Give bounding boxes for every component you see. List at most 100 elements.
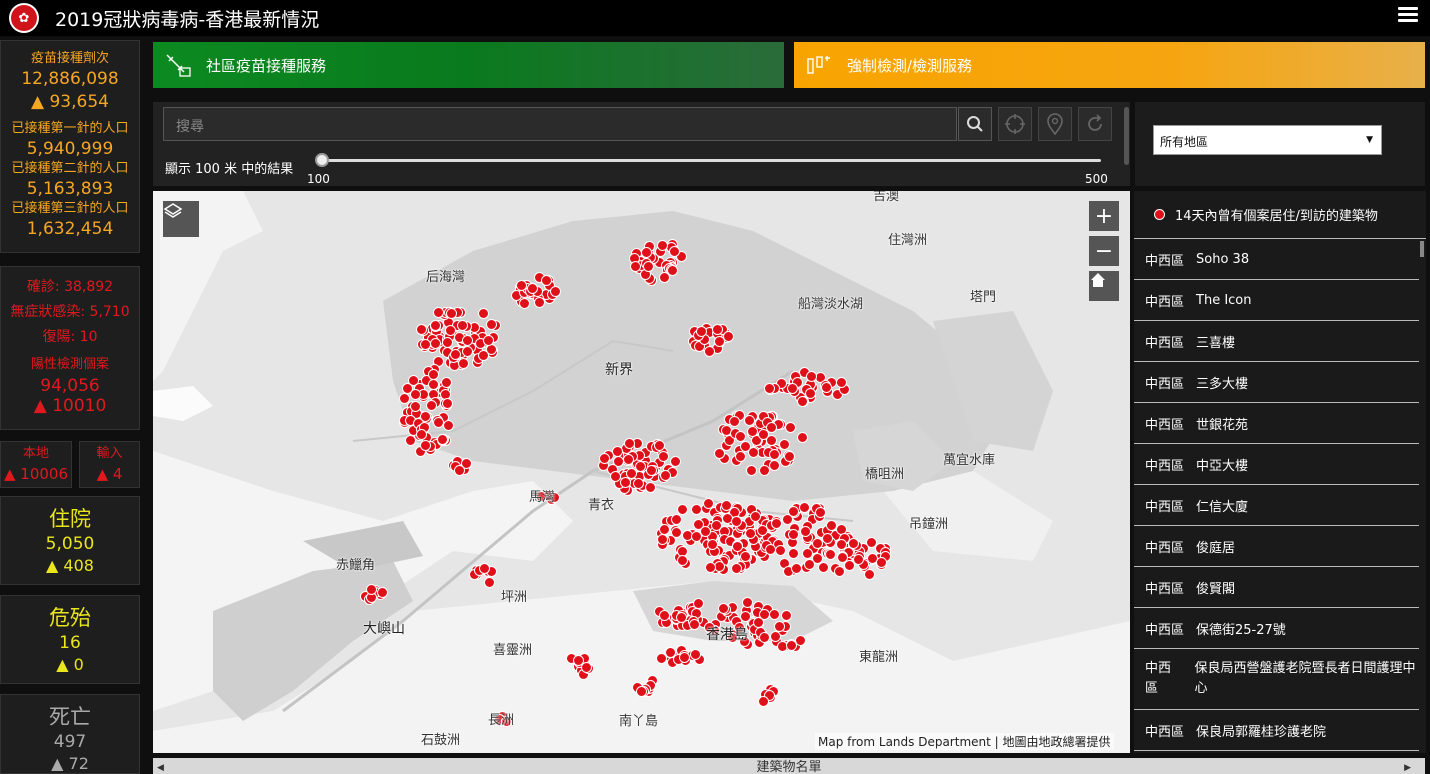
- case-marker[interactable]: [848, 538, 859, 549]
- case-marker[interactable]: [800, 526, 811, 537]
- case-marker[interactable]: [416, 324, 427, 335]
- case-marker[interactable]: [797, 396, 808, 407]
- case-marker[interactable]: [821, 382, 832, 393]
- case-marker[interactable]: [834, 566, 845, 577]
- case-marker[interactable]: [721, 500, 732, 511]
- case-marker[interactable]: [732, 541, 743, 552]
- case-marker[interactable]: [433, 417, 444, 428]
- case-marker[interactable]: [541, 275, 552, 286]
- case-marker[interactable]: [766, 422, 777, 433]
- case-marker[interactable]: [746, 465, 757, 476]
- case-marker[interactable]: [785, 422, 796, 433]
- case-marker[interactable]: [450, 349, 461, 360]
- case-marker[interactable]: [620, 477, 631, 488]
- case-marker[interactable]: [660, 470, 671, 481]
- building-list-item[interactable]: 中西區 保良局西營盤護老院暨長者日間護理中心: [1134, 649, 1419, 710]
- case-marker[interactable]: [758, 696, 769, 707]
- case-marker[interactable]: [825, 549, 836, 560]
- case-marker[interactable]: [691, 504, 702, 515]
- case-marker[interactable]: [759, 632, 770, 643]
- case-marker[interactable]: [799, 502, 810, 513]
- case-marker[interactable]: [486, 319, 497, 330]
- case-marker[interactable]: [454, 465, 465, 476]
- case-marker[interactable]: [669, 246, 680, 257]
- search-input[interactable]: 搜尋: [163, 107, 957, 141]
- case-marker[interactable]: [718, 603, 729, 614]
- case-marker[interactable]: [433, 307, 444, 318]
- case-marker[interactable]: [457, 320, 468, 331]
- case-marker[interactable]: [654, 440, 665, 451]
- case-marker[interactable]: [764, 383, 775, 394]
- case-marker[interactable]: [775, 545, 786, 556]
- case-marker[interactable]: [377, 587, 388, 598]
- case-marker[interactable]: [437, 434, 448, 445]
- building-list-item[interactable]: 中西區 三多大樓: [1134, 362, 1419, 403]
- case-marker[interactable]: [659, 272, 670, 283]
- case-marker[interactable]: [826, 520, 837, 531]
- case-marker[interactable]: [657, 534, 668, 545]
- case-marker[interactable]: [519, 298, 530, 309]
- case-marker[interactable]: [676, 612, 687, 623]
- case-marker[interactable]: [740, 611, 751, 622]
- case-marker[interactable]: [707, 539, 718, 550]
- case-marker[interactable]: [483, 335, 494, 346]
- vaccination-service-button[interactable]: 社區疫苗接種服務: [153, 42, 784, 88]
- case-marker[interactable]: [573, 655, 584, 666]
- scroll-left-icon[interactable]: ◀: [157, 758, 164, 774]
- distance-slider-track[interactable]: [319, 159, 1101, 162]
- building-list-item[interactable]: 中西區 仁信大廈: [1134, 485, 1419, 526]
- case-marker[interactable]: [836, 377, 847, 388]
- case-marker[interactable]: [428, 369, 439, 380]
- map-pin-icon[interactable]: [1038, 107, 1072, 141]
- case-marker[interactable]: [690, 649, 701, 660]
- case-marker[interactable]: [774, 621, 785, 632]
- case-marker[interactable]: [781, 610, 792, 621]
- case-marker[interactable]: [366, 584, 377, 595]
- building-list-item[interactable]: 中西區 俊賢閣: [1134, 567, 1419, 608]
- case-marker[interactable]: [462, 346, 473, 357]
- case-marker[interactable]: [659, 610, 670, 621]
- zoom-in-icon[interactable]: +: [1089, 201, 1119, 231]
- case-marker[interactable]: [420, 440, 431, 451]
- case-marker[interactable]: [784, 451, 795, 462]
- case-marker[interactable]: [742, 597, 753, 608]
- case-marker[interactable]: [646, 465, 657, 476]
- case-marker[interactable]: [612, 446, 623, 457]
- case-marker[interactable]: [735, 431, 746, 442]
- case-marker[interactable]: [633, 478, 644, 489]
- case-marker[interactable]: [786, 640, 797, 651]
- case-marker[interactable]: [806, 371, 817, 382]
- case-marker[interactable]: [671, 527, 682, 538]
- case-marker[interactable]: [757, 525, 768, 536]
- case-marker[interactable]: [478, 308, 489, 319]
- case-marker[interactable]: [788, 529, 799, 540]
- region-dropdown[interactable]: 所有地區 ▼: [1153, 125, 1382, 155]
- case-marker[interactable]: [643, 261, 654, 272]
- case-marker[interactable]: [399, 393, 410, 404]
- case-marker[interactable]: [788, 506, 799, 517]
- case-marker[interactable]: [428, 379, 439, 390]
- case-marker[interactable]: [410, 401, 421, 412]
- search-panel-scrollbar[interactable]: [1124, 107, 1129, 165]
- refresh-icon[interactable]: [1078, 107, 1112, 141]
- case-marker[interactable]: [623, 454, 634, 465]
- case-marker[interactable]: [405, 435, 416, 446]
- case-marker[interactable]: [658, 451, 669, 462]
- case-marker[interactable]: [430, 320, 441, 331]
- case-marker[interactable]: [679, 652, 690, 663]
- building-list-item[interactable]: 中西區 世銀花苑: [1134, 403, 1419, 444]
- case-marker[interactable]: [534, 297, 545, 308]
- case-marker[interactable]: [818, 562, 829, 573]
- case-marker[interactable]: [416, 429, 427, 440]
- building-list-item[interactable]: 中西區 保德街25-27號: [1134, 608, 1419, 649]
- case-marker[interactable]: [462, 335, 473, 346]
- case-marker[interactable]: [822, 533, 833, 544]
- case-marker[interactable]: [797, 432, 808, 443]
- case-marker[interactable]: [712, 324, 723, 335]
- building-list-toggle-bar[interactable]: ◀ 建築物名單 ▶: [153, 758, 1425, 774]
- zoom-out-icon[interactable]: −: [1089, 236, 1119, 266]
- case-marker[interactable]: [443, 420, 454, 431]
- case-marker[interactable]: [610, 471, 621, 482]
- case-marker[interactable]: [442, 337, 453, 348]
- case-marker[interactable]: [731, 563, 742, 574]
